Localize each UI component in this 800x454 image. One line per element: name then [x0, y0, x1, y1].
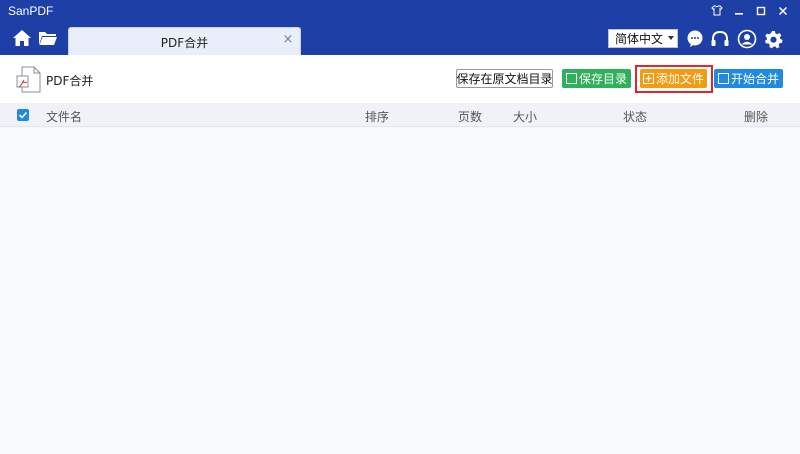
save-original-dir-label: 保存在原文档目录: [456, 72, 553, 86]
nav-bar: PDF合并 ×: [0, 21, 800, 55]
title-bar: SanPDF: [0, 0, 800, 21]
window-controls: [706, 0, 794, 21]
close-icon[interactable]: [772, 0, 794, 21]
save-dir-button[interactable]: 保存目录: [562, 69, 631, 88]
select-all-checkbox[interactable]: [17, 109, 29, 121]
save-original-dir-button[interactable]: 保存在原文档目录: [456, 69, 553, 88]
chevron-down-icon: [668, 36, 674, 40]
minimize-icon[interactable]: [728, 0, 750, 21]
language-select[interactable]: 简体中文: [608, 29, 678, 48]
tab-label: PDF合并: [160, 36, 209, 50]
app-title: SanPDF: [8, 3, 54, 18]
table-header: 文件名 排序 页数 大小 状态 删除: [0, 103, 800, 127]
user-avatar-icon[interactable]: [737, 29, 757, 49]
column-delete[interactable]: 删除: [744, 108, 768, 125]
column-order[interactable]: 排序: [365, 108, 389, 125]
chat-icon[interactable]: [685, 29, 705, 49]
language-value: 简体中文: [615, 32, 664, 46]
maximize-icon[interactable]: [750, 0, 772, 21]
file-list: [0, 128, 800, 454]
merge-icon: [717, 73, 729, 84]
skin-shirt-icon[interactable]: [706, 0, 728, 21]
tab-close-icon[interactable]: ×: [282, 33, 294, 47]
pdf-document-icon: [16, 66, 42, 94]
gear-icon[interactable]: [763, 29, 783, 49]
save-icon: [565, 73, 577, 84]
headset-icon[interactable]: [710, 29, 730, 49]
tab-pdf-merge[interactable]: PDF合并 ×: [68, 27, 301, 55]
save-dir-label: 保存目录: [578, 72, 627, 86]
column-filename[interactable]: 文件名: [46, 108, 82, 125]
column-pages[interactable]: 页数: [458, 108, 482, 125]
start-merge-button[interactable]: 开始合并: [714, 69, 783, 88]
page-title: PDF合并: [46, 74, 94, 88]
highlight-box: [635, 65, 713, 93]
column-status[interactable]: 状态: [623, 108, 647, 125]
folder-icon[interactable]: [38, 28, 58, 48]
column-size[interactable]: 大小: [513, 108, 537, 125]
home-icon[interactable]: [12, 28, 32, 48]
start-merge-label: 开始合并: [730, 72, 779, 86]
